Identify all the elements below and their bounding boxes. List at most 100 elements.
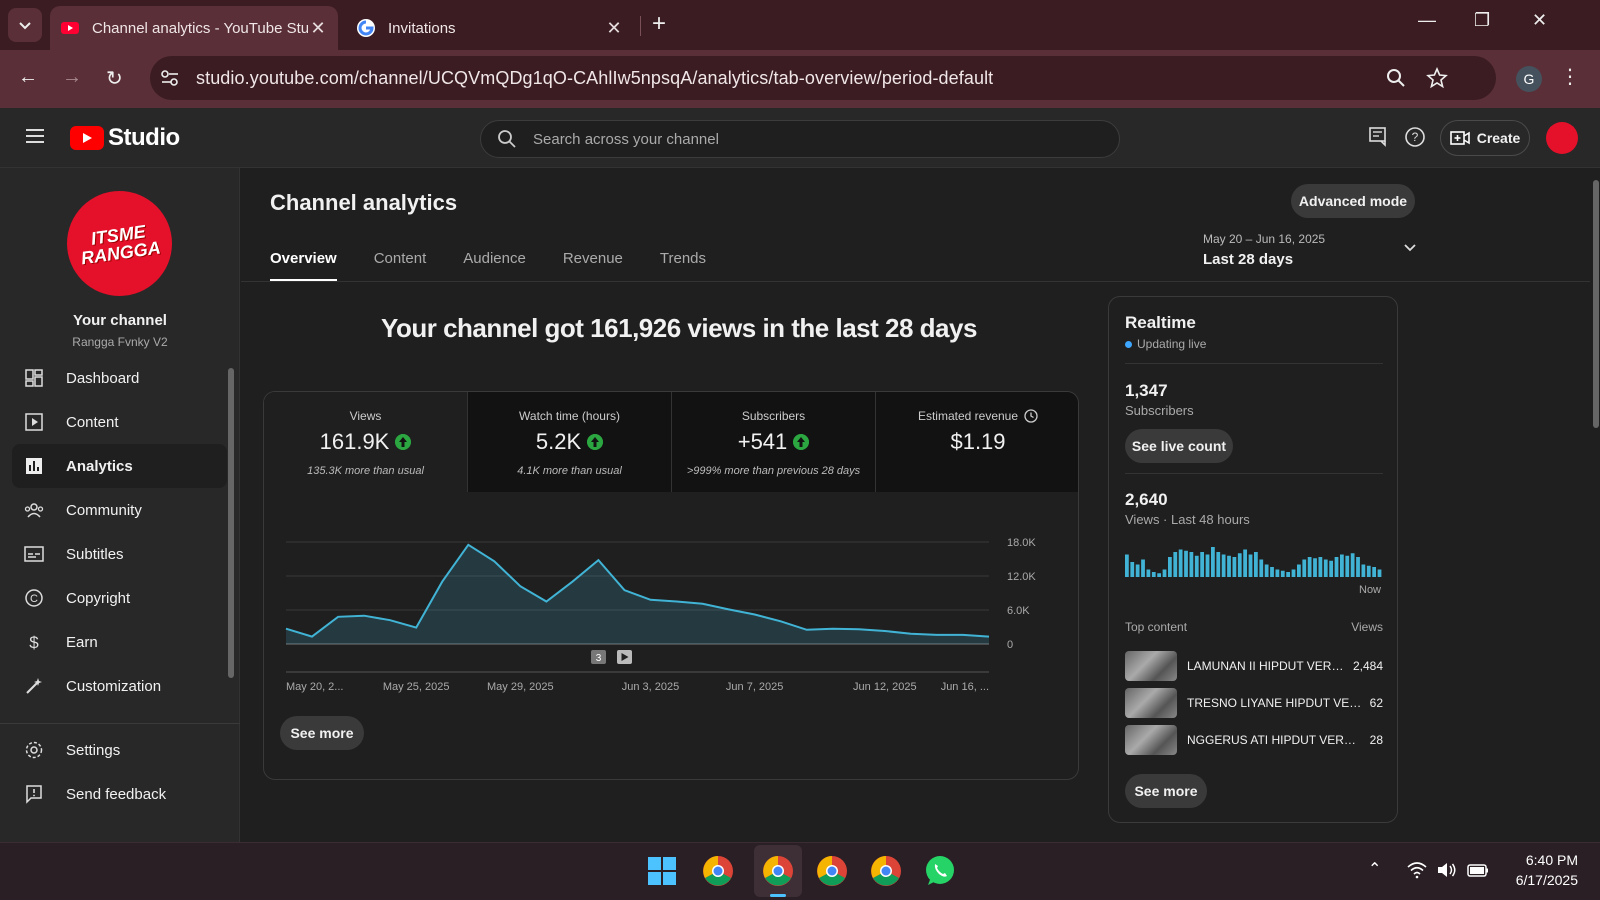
battery-icon[interactable] bbox=[1466, 861, 1490, 879]
main-scrollbar[interactable] bbox=[1592, 168, 1600, 842]
top-content-label: Top content bbox=[1125, 620, 1188, 634]
back-icon[interactable]: ← bbox=[18, 66, 38, 89]
realtime-bar bbox=[1254, 552, 1258, 577]
channel-name: Rangga Fvnky V2 bbox=[72, 335, 168, 349]
tab-search-button[interactable] bbox=[8, 8, 42, 42]
minimize-icon[interactable]: — bbox=[1418, 10, 1436, 31]
dashboard-icon bbox=[25, 369, 43, 387]
windows-start-icon[interactable] bbox=[644, 853, 680, 889]
advanced-mode-button[interactable]: Advanced mode bbox=[1291, 184, 1415, 218]
video-title: NGGERUS ATI HIPDUT VERSION bbox=[1187, 733, 1362, 747]
realtime-bar bbox=[1313, 558, 1317, 577]
sidebar-item-copyright[interactable]: C Copyright bbox=[12, 576, 227, 620]
scroll-thumb[interactable] bbox=[1593, 180, 1599, 428]
sidebar-item-send-feedback[interactable]: Send feedback bbox=[12, 772, 227, 816]
metric-tabs: Views 161.9K 135.3K more than usual Watc… bbox=[264, 392, 1078, 492]
realtime-bar bbox=[1275, 569, 1280, 577]
sidebar-item-dashboard[interactable]: Dashboard bbox=[12, 356, 227, 400]
tab-revenue[interactable]: Revenue bbox=[563, 250, 623, 281]
channel-avatar[interactable]: ITSME RANGGA bbox=[67, 191, 172, 296]
site-info-icon[interactable] bbox=[160, 69, 180, 87]
create-video-icon bbox=[1449, 131, 1470, 145]
metric-estimated-revenue[interactable]: Estimated revenue $1.19 bbox=[876, 392, 1078, 492]
sidebar-item-label: Earn bbox=[66, 633, 98, 651]
account-avatar[interactable] bbox=[1546, 122, 1578, 154]
metric-subscribers[interactable]: Subscribers +541 >999% more than previou… bbox=[672, 392, 876, 492]
whatsapp-icon[interactable] bbox=[922, 853, 958, 889]
subscribers-label: Subscribers bbox=[1125, 403, 1194, 418]
see-live-count-button[interactable]: See live count bbox=[1125, 429, 1233, 463]
overview-chart-card: Views 161.9K 135.3K more than usual Watc… bbox=[263, 391, 1079, 780]
svg-text:$: $ bbox=[29, 633, 39, 652]
top-content-row[interactable]: LAMUNAN II HIPDUT VERSION 2,484 bbox=[1125, 651, 1383, 681]
help-icon[interactable]: ? bbox=[1404, 126, 1426, 148]
realtime-see-more-button[interactable]: See more bbox=[1125, 774, 1207, 808]
sidebar-divider bbox=[0, 723, 240, 724]
wifi-icon[interactable] bbox=[1406, 861, 1428, 879]
sidebar-item-community[interactable]: Community bbox=[12, 488, 227, 532]
metric-note: 4.1K more than usual bbox=[517, 465, 622, 477]
reload-icon[interactable]: ↻ bbox=[106, 66, 123, 91]
see-more-button[interactable]: See more bbox=[280, 716, 364, 750]
tab-invitations[interactable]: Invitations ✕ bbox=[346, 6, 634, 50]
system-clock[interactable]: 6:40 PM 6/17/2025 bbox=[1500, 851, 1578, 890]
bookmark-star-icon[interactable] bbox=[1426, 67, 1448, 89]
sidebar-item-settings[interactable]: Settings bbox=[12, 728, 227, 772]
close-window-icon[interactable]: ✕ bbox=[1532, 10, 1547, 31]
sidebar-item-subtitles[interactable]: Subtitles bbox=[12, 532, 227, 576]
sidebar-item-customization[interactable]: Customization bbox=[12, 664, 227, 708]
chrome-icon[interactable] bbox=[868, 853, 904, 889]
sidebar-item-earn[interactable]: $ Earn bbox=[12, 620, 227, 664]
messages-icon[interactable] bbox=[1368, 126, 1388, 148]
date-range-picker[interactable]: May 20 – Jun 16, 2025 Last 28 days bbox=[1203, 232, 1325, 268]
top-content-row[interactable]: TRESNO LIYANE HIPDUT VERSION 62 bbox=[1125, 688, 1383, 718]
youtube-favicon-icon bbox=[61, 22, 79, 34]
chrome-icon[interactable] bbox=[814, 853, 850, 889]
sidebar-item-analytics[interactable]: Analytics bbox=[12, 444, 227, 488]
chrome-icon[interactable] bbox=[700, 853, 736, 889]
volume-icon[interactable] bbox=[1436, 861, 1458, 879]
sidebar-item-label: Analytics bbox=[66, 457, 133, 475]
metric-watch-time[interactable]: Watch time (hours) 5.2K 4.1K more than u… bbox=[468, 392, 672, 492]
video-thumbnail bbox=[1125, 725, 1177, 755]
new-tab-icon[interactable]: + bbox=[652, 10, 666, 38]
tab-content[interactable]: Content bbox=[374, 250, 427, 281]
views-chart-svg: 0 6.0K 12.0K 18.0K 3 May 20, 2... May 25, 2025… bbox=[285, 537, 1036, 693]
tab-overview[interactable]: Overview bbox=[270, 250, 337, 281]
browser-profile-avatar[interactable]: G bbox=[1516, 66, 1542, 92]
youtube-studio-logo[interactable]: Studio bbox=[70, 124, 180, 152]
sidebar-item-content[interactable]: Content bbox=[12, 400, 227, 444]
period-text: Last 28 days bbox=[1203, 251, 1294, 268]
browser-toolbar: ← → ↻ studio.youtube.com/channel/UCQVmQD… bbox=[0, 50, 1600, 108]
trend-up-icon bbox=[395, 434, 412, 450]
top-content-row[interactable]: NGGERUS ATI HIPDUT VERSION 28 bbox=[1125, 725, 1383, 755]
zoom-icon[interactable] bbox=[1386, 68, 1406, 88]
chrome-icon[interactable] bbox=[760, 853, 796, 889]
subtitles-icon bbox=[24, 546, 44, 562]
realtime-bar bbox=[1366, 565, 1371, 577]
address-bar[interactable]: studio.youtube.com/channel/UCQVmQDg1qO-C… bbox=[150, 56, 1496, 100]
close-tab-icon[interactable]: ✕ bbox=[308, 18, 328, 39]
create-button[interactable]: Create bbox=[1440, 120, 1530, 156]
sidebar-item-label: Send feedback bbox=[66, 785, 167, 803]
tab-trends[interactable]: Trends bbox=[660, 250, 706, 281]
tab-audience[interactable]: Audience bbox=[463, 250, 526, 281]
chevron-up-icon[interactable]: ⌃ bbox=[1368, 859, 1381, 879]
chevron-down-icon[interactable] bbox=[1403, 240, 1417, 254]
analytics-icon bbox=[26, 458, 42, 474]
sidebar: ITSME RANGGA Your channel Rangga Fvnky V… bbox=[0, 168, 240, 842]
hamburger-menu-icon[interactable] bbox=[26, 128, 46, 144]
chevron-down-icon bbox=[19, 22, 31, 30]
realtime-bar bbox=[1205, 554, 1210, 577]
metric-views[interactable]: Views 161.9K 135.3K more than usual bbox=[264, 392, 468, 492]
tab-channel-analytics[interactable]: Channel analytics - YouTube Studio ✕ bbox=[50, 6, 338, 50]
sidebar-scrollbar[interactable] bbox=[228, 368, 234, 678]
forward-icon[interactable]: → bbox=[62, 66, 82, 89]
sidebar-item-label: Settings bbox=[66, 741, 121, 759]
close-tab-icon[interactable]: ✕ bbox=[604, 18, 624, 39]
restore-icon[interactable]: ❐ bbox=[1474, 10, 1490, 31]
channel-search-input[interactable]: Search across your channel bbox=[480, 120, 1120, 158]
browser-menu-icon[interactable]: ⋮ bbox=[1560, 64, 1580, 89]
metric-label: Subscribers bbox=[741, 409, 806, 423]
divider bbox=[1125, 363, 1383, 364]
